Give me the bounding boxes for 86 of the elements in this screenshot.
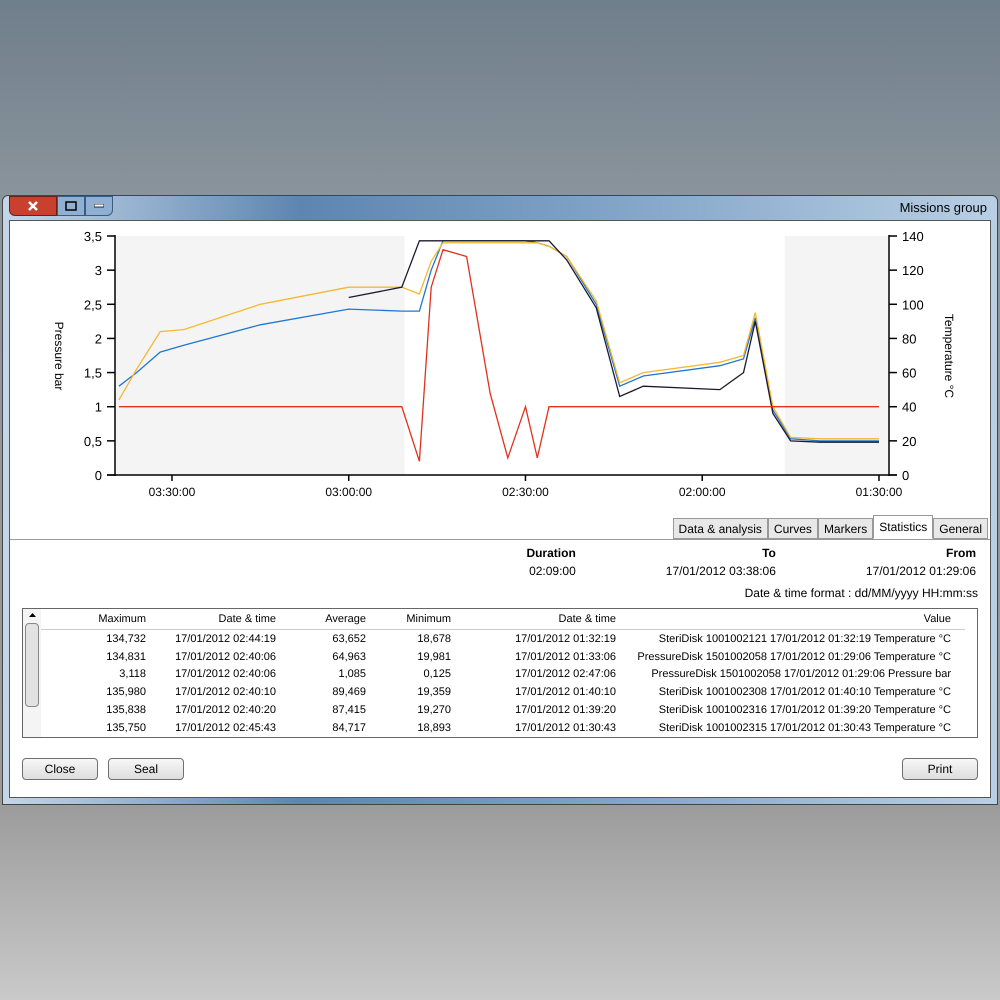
- table-cell-text: 3,118: [118, 667, 146, 682]
- scrollbar[interactable]: [23, 609, 41, 737]
- y-tick-label: 20: [902, 434, 916, 449]
- y-tick-label: 2,5: [84, 297, 102, 312]
- column-header[interactable]: Average: [276, 610, 366, 628]
- table-cell-text: 19,270: [416, 703, 451, 718]
- table-cell-text: 19,359: [416, 685, 451, 700]
- tab[interactable]: Curves: [768, 518, 818, 539]
- y-tick-label: 100: [902, 297, 924, 312]
- table-cell-text: 135,750: [105, 720, 146, 736]
- scroll-up-icon[interactable]: [28, 613, 36, 617]
- y-tick-label: 3: [94, 263, 102, 278]
- table-cell-text: 17/01/2012 02:44:19: [174, 632, 276, 647]
- y-tick-label: 80: [902, 331, 916, 346]
- y-tick-label: 3,5: [84, 229, 102, 244]
- tab[interactable]: General: [933, 518, 988, 539]
- y-tick-label: 40: [902, 400, 916, 415]
- x-tick-label: 01:30:00: [856, 485, 902, 499]
- window-title: Missions group: [900, 199, 988, 218]
- table-cell-text: 87,415: [331, 703, 366, 718]
- info-label: To: [762, 545, 776, 562]
- table-cell-text: 0,125: [422, 667, 451, 682]
- column-header[interactable]: Date & time: [451, 610, 616, 628]
- minimize-icon[interactable]: [85, 196, 113, 216]
- table-cell-text: 17/01/2012 02:47:06: [514, 667, 616, 682]
- table-cell-text: 17/01/2012 02:45:43: [174, 720, 276, 736]
- info-label: Duration: [526, 545, 576, 562]
- table-cell-text: 135,838: [105, 703, 146, 718]
- info-value: 17/01/2012 01:29:06: [866, 563, 976, 580]
- table-cell-text: 1,085: [337, 667, 366, 682]
- table-cell-text: 17/01/2012 02:40:20: [174, 703, 276, 718]
- table-cell-text: 84,717: [331, 720, 366, 736]
- format-note: Date & time format : dd/MM/yyyy HH:mm:ss: [744, 585, 978, 602]
- table-cell-text: 134,732: [105, 632, 146, 647]
- table-cell-text: PressureDisk 1501002058 17/01/2012 01:29:06 Pressure bar: [650, 667, 951, 682]
- table-cell-text: 17/01/2012 01:39:20: [514, 703, 616, 718]
- tab[interactable]: Markers: [818, 518, 874, 539]
- y-tick-label: 1,5: [84, 366, 102, 381]
- table-cell-text: 17/01/2012 01:32:19: [514, 632, 616, 647]
- table-cell-text: 17/01/2012 02:40:06: [174, 650, 276, 665]
- y-tick-label: 2: [94, 331, 102, 346]
- column-header[interactable]: Value: [616, 610, 951, 628]
- table-cell-text: 89,469: [331, 685, 366, 700]
- table-cell-text: 17/01/2012 02:40:06: [174, 667, 276, 682]
- tab[interactable]: Data & analysis: [672, 518, 768, 539]
- table-cell-text: SteriDisk 1001002308 17/01/2012 01:40:10 Temperature °C: [658, 685, 951, 700]
- dialog-button[interactable]: Close: [22, 758, 98, 780]
- table-cell-text: SteriDisk 1001002315 17/01/2012 01:30:43 Temperature °C: [658, 720, 951, 736]
- table-cell-text: SteriDisk 1001002316 17/01/2012 01:39:20 Temperature °C: [658, 703, 951, 718]
- column-header[interactable]: Maximum: [41, 610, 146, 628]
- info-label: From: [946, 545, 976, 562]
- table-cell-text: 64,963: [331, 650, 366, 665]
- table-cell-text: SteriDisk 1001002121 17/01/2012 01:32:19 Temperature °C: [658, 632, 951, 647]
- axis-title: Pressure bar: [52, 322, 66, 390]
- info-value: 17/01/2012 03:38:06: [666, 563, 776, 580]
- table-cell-text: 135,980: [105, 685, 146, 700]
- x-tick-label: 02:00:00: [678, 485, 726, 499]
- table-cell-text: 18,678: [416, 632, 451, 647]
- y-tick-label: 0: [902, 468, 910, 483]
- y-tick-label: 0,5: [84, 434, 102, 449]
- table-cell-text: 17/01/2012 01:33:06: [514, 650, 616, 665]
- y-tick-label: 0: [94, 468, 102, 483]
- x-tick-label: 03:00:00: [325, 485, 372, 499]
- y-tick-label: 120: [902, 263, 924, 278]
- table-cell-text: 63,652: [331, 632, 366, 647]
- table-cell-text: 134,831: [105, 650, 146, 665]
- table-cell-text: 17/01/2012 01:40:10: [514, 685, 616, 700]
- table-cell-text: PressureDisk 1501002058 17/01/2012 01:29:06 Temperature °C: [636, 650, 951, 665]
- tab[interactable]: Statistics: [873, 515, 934, 539]
- x-tick-label: 03:30:00: [148, 485, 196, 499]
- table-cell-text: 17/01/2012 01:30:43: [514, 720, 616, 736]
- dialog-button[interactable]: Seal: [108, 758, 184, 780]
- x-tick-label: 02:30:00: [502, 485, 549, 499]
- print-button[interactable]: Print: [902, 758, 978, 780]
- axis-title: Temperature °C: [942, 314, 956, 398]
- y-tick-label: 1: [94, 400, 102, 415]
- table-cell-text: 19,981: [416, 650, 451, 665]
- column-header[interactable]: Minimum: [366, 610, 451, 628]
- table-cell-text: 17/01/2012 02:40:10: [174, 685, 276, 700]
- info-value: 02:09:00: [529, 563, 576, 580]
- y-tick-label: 60: [902, 366, 916, 381]
- table-cell-text: 18,893: [416, 720, 451, 736]
- close-icon[interactable]: [9, 196, 57, 216]
- maximize-icon[interactable]: [57, 196, 85, 216]
- column-header[interactable]: Date & time: [146, 610, 276, 628]
- y-tick-label: 140: [902, 229, 924, 244]
